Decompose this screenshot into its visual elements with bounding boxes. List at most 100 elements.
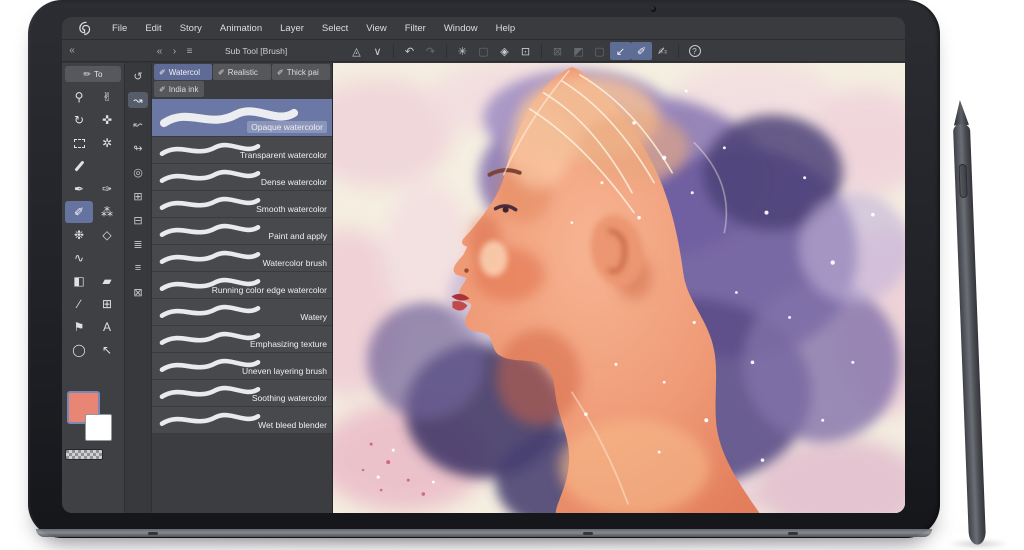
color-swatches xyxy=(65,391,122,471)
brush-item-label: Uneven layering brush xyxy=(242,366,327,376)
fill-icon[interactable]: ◈ xyxy=(494,42,515,60)
brush-item[interactable]: Transparent watercolor xyxy=(152,137,332,164)
subview-icon[interactable]: ⊟ xyxy=(128,212,148,228)
brush-tool-icon[interactable]: ✐ xyxy=(65,201,93,223)
tab-watercolor[interactable]: ✐Watercol xyxy=(154,64,212,80)
brush-item[interactable]: Wet bleed blender xyxy=(152,407,332,434)
tab-india-ink[interactable]: ✐India ink xyxy=(154,81,204,97)
stylus-tip xyxy=(953,100,969,127)
brush-item[interactable]: Watercolor brush xyxy=(152,245,332,272)
path-settings-icon[interactable]: ↬ xyxy=(128,140,148,156)
airbrush-tool-icon[interactable]: ⁂ xyxy=(93,201,121,223)
canvas-size-icon[interactable]: ⊡ xyxy=(515,42,536,60)
layers-icon[interactable]: ≡ xyxy=(128,260,148,276)
pen-tool-icon[interactable]: ✒ xyxy=(65,178,93,200)
eraser-tool-icon[interactable]: ◇ xyxy=(93,224,121,246)
gradient-icon[interactable]: ◩ xyxy=(568,42,589,60)
workspace: ✏ To ⚲✌↻✜✲✒✑✐⁂❉◇∿◧▰∕⊞⚑A◯↖ ↺↝↜↬◎⊞⊟≣≡⊠ ✐Wa… xyxy=(62,63,905,513)
brush-item[interactable]: Smooth watercolor xyxy=(152,191,332,218)
menu-item-story[interactable]: Story xyxy=(171,17,211,40)
expand-subtool-button[interactable]: › xyxy=(167,46,182,57)
frame-border-tool-icon[interactable]: ⊞ xyxy=(93,293,121,315)
collapse-tools-button[interactable]: « xyxy=(64,40,80,62)
rotate-view-icon[interactable]: ↺ xyxy=(128,68,148,84)
brush-item-label: Watery xyxy=(300,312,327,322)
hand-tool-icon[interactable]: ✌ xyxy=(93,86,121,108)
empty-cell xyxy=(93,247,121,269)
brush-item[interactable]: Watery xyxy=(152,299,332,326)
navigator-icon[interactable]: ◎ xyxy=(128,164,148,180)
marquee-select-tool-icon[interactable] xyxy=(65,132,93,154)
magic-wand-tool-icon[interactable]: ✲ xyxy=(93,132,121,154)
canvas-artwork xyxy=(333,63,905,513)
blend-tool-icon[interactable]: ∿ xyxy=(65,247,93,269)
edit-path-icon[interactable]: ↜ xyxy=(128,116,148,132)
pen-pressure-icon[interactable]: ✍ xyxy=(652,42,673,60)
brush-item[interactable]: Paint and apply xyxy=(152,218,332,245)
tablet-frame: FileEditStoryAnimationLayerSelectViewFil… xyxy=(28,0,940,538)
brush-item[interactable]: Soothing watercolor xyxy=(152,380,332,407)
help-icon: ? xyxy=(689,45,701,57)
snap-brush-icon[interactable]: ✐ xyxy=(631,42,652,60)
menu-item-help[interactable]: Help xyxy=(487,17,525,40)
fill-tool-icon[interactable]: ▰ xyxy=(93,270,121,292)
redo-icon[interactable]: ↷ xyxy=(420,42,441,60)
toolbar-divider xyxy=(678,44,679,58)
object-tool-icon[interactable]: ↖ xyxy=(93,339,121,361)
tab-thick-paint[interactable]: ✐Thick pai xyxy=(272,64,330,80)
menu-item-edit[interactable]: Edit xyxy=(136,17,170,40)
brush-item[interactable]: Opaque watercolor xyxy=(152,99,332,137)
brush-item[interactable]: Dense watercolor xyxy=(152,164,332,191)
menu-items: FileEditStoryAnimationLayerSelectViewFil… xyxy=(103,17,524,40)
background-color-swatch[interactable] xyxy=(85,414,112,441)
menu-item-animation[interactable]: Animation xyxy=(211,17,271,40)
s-pen-stylus xyxy=(952,100,986,545)
collapse-subtool-button[interactable]: « xyxy=(152,46,167,57)
stylus-button xyxy=(958,164,967,198)
calligraphy-pen-tool-icon[interactable]: ✑ xyxy=(93,178,121,200)
text-tool-icon[interactable]: A xyxy=(93,316,121,338)
menu-item-select[interactable]: Select xyxy=(313,17,357,40)
undo-icon[interactable]: ↶ xyxy=(399,42,420,60)
subtool-menu-icon[interactable]: ≡ xyxy=(182,46,197,57)
brush-item[interactable]: Emphasizing texture xyxy=(152,326,332,353)
rotate-canvas-tool-icon[interactable]: ↻ xyxy=(65,109,93,131)
clear-selection-icon[interactable]: ⊠ xyxy=(547,42,568,60)
stroke-path-icon[interactable]: ↝ xyxy=(128,92,148,108)
gradient-tool-icon[interactable]: ◧ xyxy=(65,270,93,292)
balloon-tool-icon[interactable]: ◯ xyxy=(65,339,93,361)
tool-palette-header[interactable]: ✏ To xyxy=(65,66,121,82)
layer-property-icon[interactable]: ≣ xyxy=(128,236,148,252)
figure-tool-icon[interactable]: ∕ xyxy=(65,293,93,315)
polyline-tool-icon[interactable]: ⚑ xyxy=(65,316,93,338)
brush-item[interactable]: Running color edge watercolor xyxy=(152,272,332,299)
reselect-icon[interactable]: ▢ xyxy=(473,42,494,60)
help-icon[interactable]: ? xyxy=(684,42,705,60)
decoration-tool-icon[interactable]: ❉ xyxy=(65,224,93,246)
deselect-icon[interactable]: ✳ xyxy=(452,42,473,60)
brush-item-label: Wet bleed blender xyxy=(258,420,327,430)
move-tool-icon[interactable]: ✜ xyxy=(93,109,121,131)
menu-item-view[interactable]: View xyxy=(357,17,395,40)
speaker-port xyxy=(148,532,158,535)
tool-property-icon[interactable]: ◬ xyxy=(346,42,367,60)
snap-ruler-icon[interactable]: ↙ xyxy=(610,42,631,60)
canvas-overview-icon[interactable]: ⊠ xyxy=(128,284,148,300)
menu-item-filter[interactable]: Filter xyxy=(396,17,435,40)
menu-item-layer[interactable]: Layer xyxy=(271,17,313,40)
chevron-down-icon[interactable]: ∨ xyxy=(367,42,388,60)
scene: FileEditStoryAnimationLayerSelectViewFil… xyxy=(0,0,1024,550)
tab-realistic[interactable]: ✐Realistic xyxy=(213,64,271,80)
brush-item[interactable]: Uneven layering brush xyxy=(152,353,332,380)
menu-item-window[interactable]: Window xyxy=(435,17,487,40)
eyedropper-tool-icon[interactable] xyxy=(65,155,93,177)
transparent-color-swatch[interactable] xyxy=(65,449,103,460)
palette-dock: ↺ ↝ ↜ ↬ ◎ ⊞ ⊟ ≣ ≡ ⊠ xyxy=(125,63,152,513)
grid-icon[interactable]: ⊞ xyxy=(128,188,148,204)
brush-list: Opaque watercolor Transparent watercolorD… xyxy=(152,99,332,513)
menu-item-file[interactable]: File xyxy=(103,17,136,40)
brush-item-label: Opaque watercolor xyxy=(247,121,327,133)
zoom-tool-icon[interactable]: ⚲ xyxy=(65,86,93,108)
canvas-area[interactable] xyxy=(333,63,905,513)
shape-icon[interactable]: ▢ xyxy=(589,42,610,60)
